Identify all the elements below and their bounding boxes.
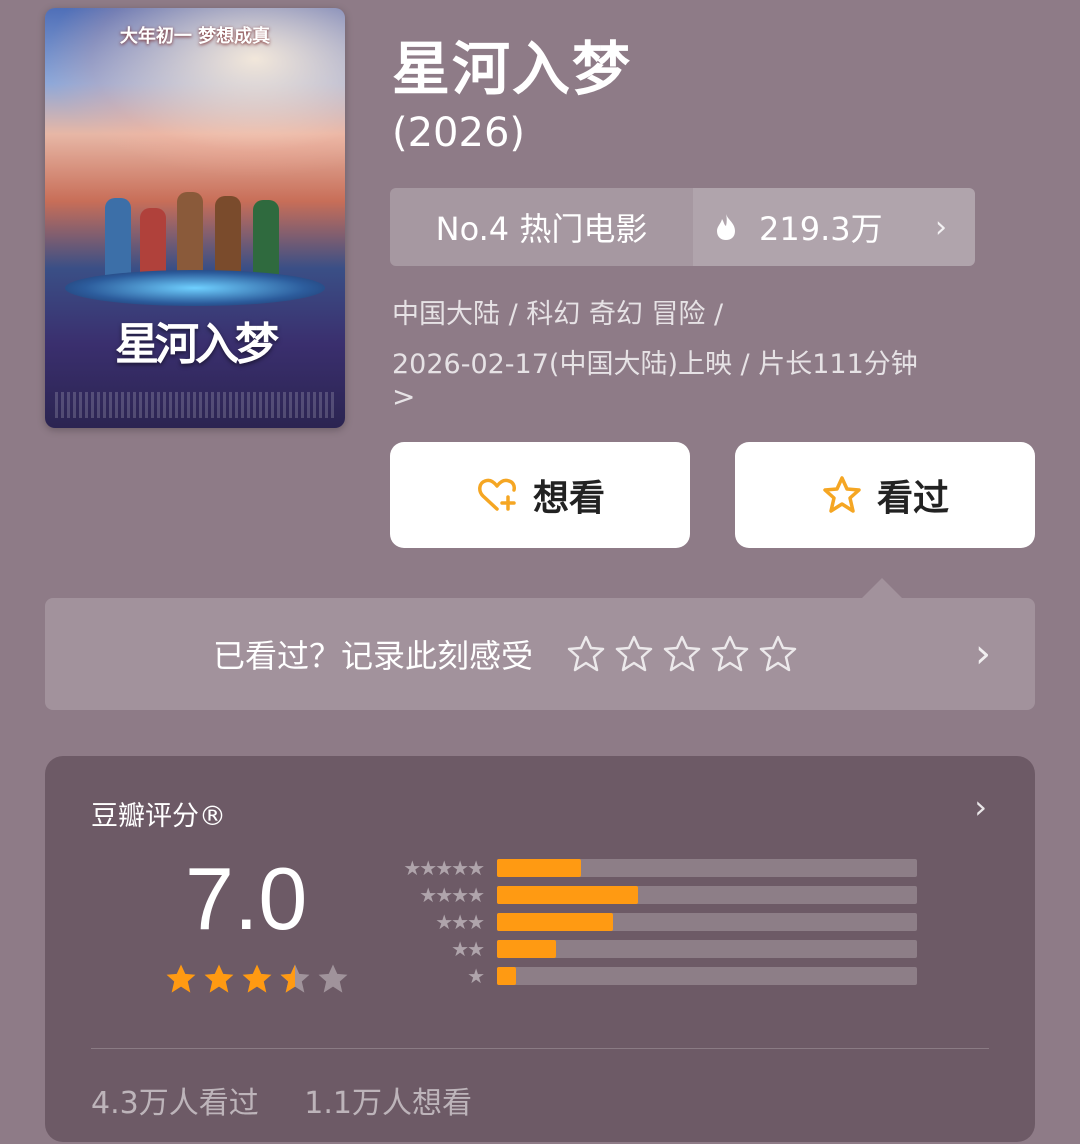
- poster-tagline: 大年初一 梦想成真: [119, 26, 271, 47]
- distribution-bar-5: [497, 858, 917, 877]
- poster-credits: [55, 392, 335, 418]
- seen-count[interactable]: 4.3万人看过: [91, 1086, 259, 1121]
- meta-more-chevron[interactable]: >: [392, 380, 415, 413]
- distribution-fill-4: [497, 885, 638, 904]
- watched-button[interactable]: 看过: [735, 442, 1035, 548]
- star-empty-icon: [318, 964, 348, 993]
- record-star-rating[interactable]: [565, 634, 799, 674]
- divider: [91, 1048, 989, 1049]
- score-stars: [163, 962, 351, 996]
- star-outline-icon[interactable]: [565, 634, 607, 674]
- distribution-fill-5: [497, 858, 581, 877]
- movie-poster[interactable]: 大年初一 梦想成真 星河入梦: [45, 8, 345, 428]
- heat-value: 219.3万: [759, 210, 883, 248]
- distribution-row-4: ★★★★: [375, 881, 917, 908]
- rating-distribution: ★★★★★ ★★★★ ★★★ ★★ ★: [375, 854, 917, 989]
- movie-meta-genre: 中国大陆 / 科幻 奇幻 冒险 /: [392, 299, 724, 330]
- star-outline-icon[interactable]: [757, 634, 799, 674]
- star-outline-icon[interactable]: [613, 634, 655, 674]
- star-outline-icon[interactable]: [709, 634, 751, 674]
- star-filled-icon: [166, 964, 196, 993]
- chevron-right-icon: ›: [935, 209, 947, 245]
- distribution-bar-2: [497, 939, 917, 958]
- rating-label: 豆瓣评分®: [91, 801, 226, 832]
- distribution-bar-4: [497, 885, 917, 904]
- star-filled-icon: [242, 964, 272, 993]
- want-to-watch-button[interactable]: 想看: [390, 442, 690, 548]
- distribution-stars-3: ★★★: [435, 909, 485, 934]
- rank-box[interactable]: No.4 热门电影 219.3万 ›: [390, 188, 975, 266]
- distribution-stars-4: ★★★★: [419, 882, 485, 907]
- distribution-bar-1: [497, 966, 917, 985]
- star-half-icon: [280, 964, 310, 993]
- popover-pointer: [862, 578, 902, 598]
- distribution-row-5: ★★★★★: [375, 854, 917, 881]
- movie-year: (2026): [392, 110, 526, 156]
- chevron-right-icon: ›: [975, 631, 991, 677]
- rating-stats: 4.3万人看过 1.1万人想看: [91, 1078, 508, 1122]
- fire-icon: [717, 214, 735, 240]
- distribution-fill-2: [497, 939, 556, 958]
- chevron-right-icon[interactable]: ›: [974, 788, 987, 826]
- distribution-bar-3: [497, 912, 917, 931]
- distribution-row-2: ★★: [375, 935, 917, 962]
- star-filled-icon: [204, 964, 234, 993]
- poster-platform: [65, 270, 325, 306]
- record-feeling-bar[interactable]: 已看过？记录此刻感受 ›: [45, 598, 1035, 710]
- want-count[interactable]: 1.1万人想看: [304, 1086, 472, 1121]
- distribution-fill-1: [497, 966, 516, 985]
- distribution-stars-1: ★: [467, 963, 485, 988]
- seen-label: 看过: [876, 478, 949, 519]
- movie-meta-release: 2026-02-17(中国大陆)上映 / 片长111分钟: [392, 349, 918, 380]
- distribution-fill-3: [497, 912, 613, 931]
- record-prompt: 已看过？记录此刻感受: [213, 637, 534, 675]
- distribution-row-1: ★: [375, 962, 917, 989]
- distribution-stars-2: ★★: [451, 936, 485, 961]
- movie-title: 星河入梦: [392, 35, 633, 103]
- distribution-stars-5: ★★★★★: [403, 855, 485, 880]
- rank-label: No.4 热门电影: [435, 210, 648, 248]
- douban-rating-card[interactable]: 豆瓣评分® › 7.0 ★★★★★ ★★★★ ★★★ ★★ ★ 4.3万人看过 …: [45, 756, 1035, 1142]
- heat-section[interactable]: 219.3万 ›: [693, 188, 975, 266]
- star-outline-icon[interactable]: [661, 634, 703, 674]
- rating-score: 7.0: [185, 849, 308, 948]
- poster-title-art: 星河入梦: [115, 319, 279, 370]
- heart-plus-icon: [478, 478, 516, 511]
- star-outline-icon: [823, 476, 861, 513]
- want-label: 想看: [532, 478, 605, 519]
- distribution-row-3: ★★★: [375, 908, 917, 935]
